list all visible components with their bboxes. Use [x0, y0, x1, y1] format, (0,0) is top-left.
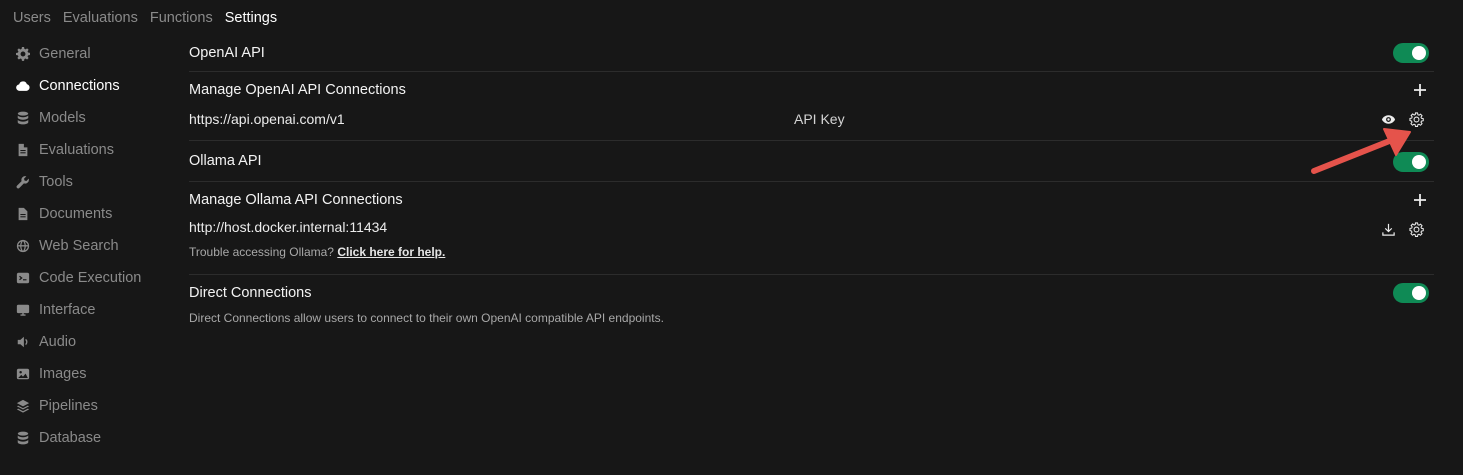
gear-icon: [16, 47, 30, 61]
sidebar-item-label: Connections: [39, 78, 120, 94]
manage-openai-title: Manage OpenAI API Connections: [189, 82, 406, 98]
ollama-connection-row: http://host.docker.internal:11434: [189, 218, 1434, 238]
toggle-knob: [1412, 286, 1426, 300]
openai-api-title: OpenAI API: [189, 45, 265, 61]
sidebar-item-web-search[interactable]: Web Search: [16, 230, 176, 262]
ollama-help-link[interactable]: Click here for help.: [337, 245, 445, 259]
sidebar-item-label: Documents: [39, 206, 113, 222]
sidebar-item-connections[interactable]: Connections: [16, 70, 176, 102]
direct-connections-title: Direct Connections: [189, 285, 312, 301]
manage-openai-row: Manage OpenAI API Connections: [189, 73, 1434, 107]
sidebar-item-database[interactable]: Database: [16, 422, 176, 454]
cloud-icon: [16, 79, 30, 93]
connections-panel: OpenAI API Manage OpenAI API Connections…: [189, 38, 1434, 325]
manage-ollama-row: Manage Ollama API Connections: [189, 182, 1434, 218]
openai-api-key-field[interactable]: API Key: [794, 111, 845, 127]
ollama-api-row: Ollama API: [189, 141, 1434, 181]
ollama-connection-url[interactable]: http://host.docker.internal:11434: [189, 219, 794, 235]
top-nav: Users Evaluations Functions Settings: [13, 10, 277, 28]
sidebar-item-documents[interactable]: Documents: [16, 198, 176, 230]
sidebar-item-label: Database: [39, 430, 102, 446]
divider: [189, 71, 1434, 72]
globe-icon: [16, 239, 30, 253]
plus-icon: [1414, 84, 1426, 96]
ollama-connection-settings-gear-icon[interactable]: [1408, 221, 1424, 237]
openai-api-toggle[interactable]: [1393, 43, 1429, 63]
sidebar-item-label: General: [39, 46, 91, 62]
openai-connection-url[interactable]: https://api.openai.com/v1: [189, 111, 794, 127]
eye-icon[interactable]: [1380, 111, 1396, 127]
sidebar-item-label: Interface: [39, 302, 96, 318]
sidebar-item-label: Models: [39, 110, 86, 126]
openai-connection-row: https://api.openai.com/v1 API Key: [189, 107, 1434, 131]
ollama-help-text: Trouble accessing Ollama? Click here for…: [189, 245, 1434, 259]
sidebar-item-pipelines[interactable]: Pipelines: [16, 390, 176, 422]
terminal-icon: [16, 271, 30, 285]
layers-icon: [16, 399, 30, 413]
sidebar-item-tools[interactable]: Tools: [16, 166, 176, 198]
sidebar-item-label: Images: [39, 366, 87, 382]
wrench-icon: [16, 175, 30, 189]
tab-users[interactable]: Users: [13, 10, 51, 28]
sidebar-item-label: Audio: [39, 334, 77, 350]
download-icon[interactable]: [1380, 221, 1396, 237]
database-icon: [16, 431, 30, 445]
monitor-icon: [16, 303, 30, 317]
document-icon: [16, 143, 30, 157]
tab-settings[interactable]: Settings: [225, 10, 277, 28]
add-openai-connection-button[interactable]: [1412, 82, 1428, 98]
ollama-help-prefix: Trouble accessing Ollama?: [189, 245, 334, 259]
openai-api-row: OpenAI API: [189, 38, 1434, 68]
ollama-api-toggle[interactable]: [1393, 152, 1429, 172]
sidebar-item-label: Tools: [39, 174, 73, 190]
sidebar-item-label: Pipelines: [39, 398, 98, 414]
manage-ollama-title: Manage Ollama API Connections: [189, 192, 403, 208]
toggle-knob: [1412, 155, 1426, 169]
settings-sidebar: General Connections Models Evaluations T…: [16, 38, 176, 454]
sidebar-item-code-execution[interactable]: Code Execution: [16, 262, 176, 294]
sidebar-item-interface[interactable]: Interface: [16, 294, 176, 326]
speaker-icon: [16, 335, 30, 349]
document-icon: [16, 207, 30, 221]
sidebar-item-label: Web Search: [39, 238, 119, 254]
sidebar-item-models[interactable]: Models: [16, 102, 176, 134]
sidebar-item-label: Code Execution: [39, 270, 142, 286]
ollama-api-title: Ollama API: [189, 153, 262, 169]
sidebar-item-label: Evaluations: [39, 142, 114, 158]
image-icon: [16, 367, 30, 381]
database-stack-icon: [16, 111, 30, 125]
add-ollama-connection-button[interactable]: [1412, 192, 1428, 208]
sidebar-item-images[interactable]: Images: [16, 358, 176, 390]
direct-connections-description: Direct Connections allow users to connec…: [189, 311, 664, 325]
tab-functions[interactable]: Functions: [150, 10, 213, 28]
ollama-connection-actions: [1380, 220, 1424, 238]
direct-connections-row: Direct Connections: [189, 275, 1434, 311]
plus-icon: [1414, 194, 1426, 206]
tab-evaluations[interactable]: Evaluations: [63, 10, 138, 28]
sidebar-item-general[interactable]: General: [16, 38, 176, 70]
sidebar-item-audio[interactable]: Audio: [16, 326, 176, 358]
openai-connection-settings-gear-icon[interactable]: [1408, 111, 1424, 127]
direct-connections-toggle[interactable]: [1393, 283, 1429, 303]
toggle-knob: [1412, 46, 1426, 60]
openai-connection-actions: [1380, 107, 1424, 131]
sidebar-item-evaluations[interactable]: Evaluations: [16, 134, 176, 166]
